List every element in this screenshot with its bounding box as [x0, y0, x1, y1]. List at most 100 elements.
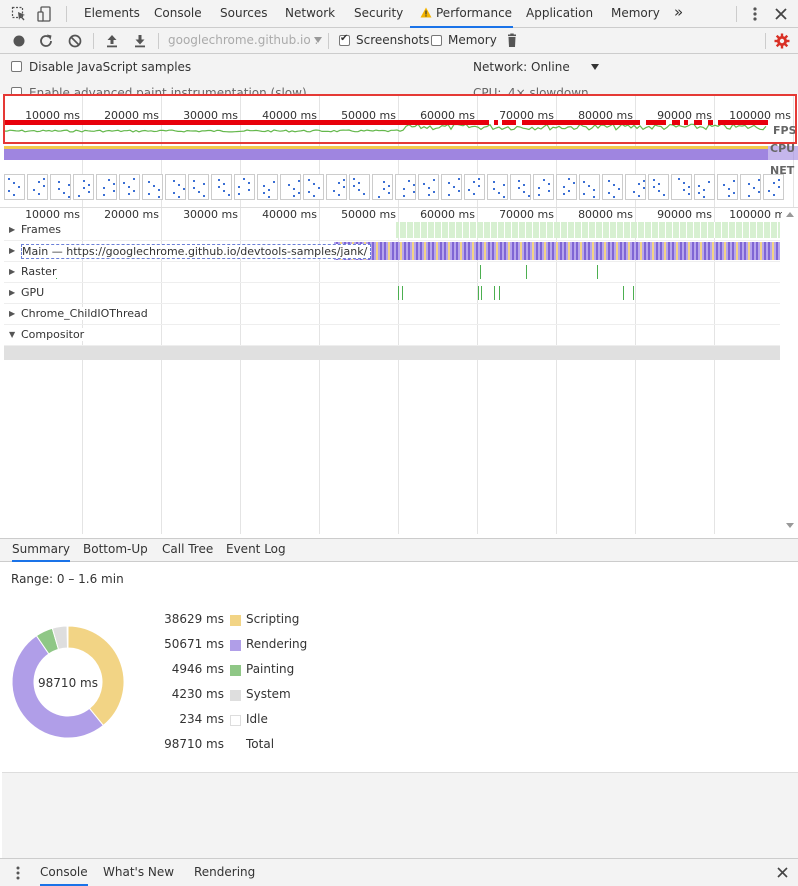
drawer-menu-icon[interactable]	[14, 866, 22, 880]
tab-performance-label: Performance	[436, 6, 513, 20]
expand-triangle-icon[interactable]: ▶	[9, 288, 15, 297]
screenshot-thumbnail	[349, 174, 370, 200]
disable-js-samples-checkbox[interactable]	[11, 61, 22, 72]
close-devtools-icon[interactable]	[773, 6, 789, 22]
dropdown-arrow-icon	[314, 37, 322, 43]
summary-value: 4230 ms	[171, 687, 224, 701]
track-frames[interactable]: ▶ Frames	[4, 220, 780, 241]
load-profile-icon[interactable]	[103, 32, 121, 50]
screenshot-thumbnail	[395, 174, 416, 200]
tab-security[interactable]: Security	[354, 0, 403, 28]
network-dropdown-arrow-icon	[591, 64, 599, 70]
screenshot-thumbnail	[556, 174, 577, 200]
summary-category: Painting	[246, 662, 295, 676]
summary-value: 4946 ms	[171, 662, 224, 676]
screenshot-thumbnail	[510, 174, 531, 200]
cpu-rendering-band	[4, 149, 768, 160]
memory-checkbox[interactable]	[431, 35, 442, 46]
track-label: Chrome_ChildIOThread	[21, 307, 151, 320]
screenshot-thumbnail	[4, 174, 25, 200]
flame-scrollbar[interactable]	[782, 208, 798, 534]
screenshot-thumbnail	[188, 174, 209, 200]
screenshot-thumbnail	[464, 174, 485, 200]
track-label: Compositor	[21, 328, 88, 341]
inspect-element-icon[interactable]	[11, 6, 27, 22]
disable-js-samples-label: Disable JavaScript samples	[29, 60, 192, 74]
tab-bottom-up[interactable]: Bottom-Up	[83, 540, 148, 562]
clear-icon[interactable]	[66, 32, 84, 50]
tab-network[interactable]: Network	[285, 0, 335, 28]
warning-icon	[420, 7, 432, 18]
screenshot-thumbnail	[418, 174, 439, 200]
expand-triangle-icon[interactable]: ▶	[9, 246, 15, 255]
tab-memory[interactable]: Memory	[611, 0, 660, 28]
save-profile-icon[interactable]	[131, 32, 149, 50]
drawer-tab-rendering[interactable]: Rendering	[194, 859, 255, 886]
tab-console[interactable]: Console	[154, 0, 202, 28]
screenshot-thumbnail	[165, 174, 186, 200]
highlight-box	[3, 94, 797, 144]
pie-center-total: 98710 ms	[38, 676, 98, 690]
reload-record-icon[interactable]	[37, 32, 55, 50]
drawer-tab-console[interactable]: Console	[40, 859, 88, 886]
screenshot-thumbnail	[142, 174, 163, 200]
legend-swatch	[230, 615, 241, 626]
tab-call-tree[interactable]: Call Tree	[162, 540, 213, 562]
network-throttle-label: Network:	[473, 60, 528, 74]
track-childio[interactable]: ▶ Chrome_ChildIOThread	[4, 304, 780, 325]
summary-category: Total	[246, 737, 275, 751]
track-compositor[interactable]: ▼ Compositor	[4, 325, 780, 346]
drawer-tab-bar: Console What's New Rendering	[0, 858, 798, 886]
timeline-overview[interactable]: 10000 ms 20000 ms 30000 ms 40000 ms 50000 ms…	[0, 94, 798, 207]
summary-category: Rendering	[246, 637, 308, 651]
legend-swatch	[230, 690, 241, 701]
track-main[interactable]: ▶ Main — https://googlechrome.github.io/…	[4, 241, 780, 262]
screenshot-thumbnail	[234, 174, 255, 200]
tab-elements[interactable]: Elements	[84, 0, 140, 28]
screenshot-thumbnail	[27, 174, 48, 200]
close-drawer-icon[interactable]	[776, 866, 789, 879]
legend-swatch	[230, 715, 241, 726]
screenshot-thumbnail	[211, 174, 232, 200]
screenshot-thumbnail	[648, 174, 669, 200]
scroll-down-icon[interactable]	[786, 523, 794, 528]
expand-triangle-icon[interactable]: ▶	[9, 225, 15, 234]
flame-chart[interactable]: 10000 ms 20000 ms 30000 ms 40000 ms 50000 ms…	[0, 207, 798, 534]
screenshots-checkbox[interactable]	[339, 33, 350, 46]
screenshots-strip	[4, 174, 794, 202]
tab-application[interactable]: Application	[526, 0, 593, 28]
screenshot-thumbnail	[257, 174, 278, 200]
screenshot-thumbnail	[73, 174, 94, 200]
tab-event-log[interactable]: Event Log	[226, 540, 286, 562]
drawer-tab-whats-new[interactable]: What's New	[103, 859, 174, 886]
track-label: Frames	[21, 223, 65, 236]
screenshot-thumbnail	[717, 174, 738, 200]
screenshots-label: Screenshots	[356, 33, 430, 47]
more-tabs-button[interactable]: »	[674, 0, 683, 28]
record-icon[interactable]	[10, 32, 28, 50]
tab-summary[interactable]: Summary	[12, 540, 70, 562]
recording-select[interactable]: googlechrome.github.io ...	[168, 33, 318, 47]
collapse-triangle-icon[interactable]: ▼	[9, 330, 15, 339]
garbage-collect-icon[interactable]	[503, 32, 521, 50]
capture-settings-icon[interactable]	[773, 32, 791, 50]
summary-category: Idle	[246, 712, 268, 726]
network-throttle-select[interactable]: Online	[531, 60, 570, 74]
screenshot-thumbnail	[740, 174, 761, 200]
screenshot-thumbnail	[533, 174, 554, 200]
summary-value: 234 ms	[179, 712, 224, 726]
capture-settings-pane: Disable JavaScript samples Network: Onli…	[0, 54, 798, 100]
screenshot-thumbnail	[303, 174, 324, 200]
track-gpu[interactable]: ▶ GPU	[4, 283, 780, 304]
scroll-up-icon[interactable]	[786, 212, 794, 217]
device-toolbar-icon[interactable]	[37, 6, 53, 22]
summary-category: Scripting	[246, 612, 300, 626]
track-raster[interactable]: ▶ Raster	[4, 262, 780, 283]
tab-performance[interactable]: Performance	[410, 0, 513, 28]
tab-sources[interactable]: Sources	[220, 0, 267, 28]
screenshot-thumbnail	[579, 174, 600, 200]
expand-triangle-icon[interactable]: ▶	[9, 309, 15, 318]
customize-menu-icon[interactable]	[747, 6, 763, 22]
summary-category: System	[246, 687, 291, 701]
expand-triangle-icon[interactable]: ▶	[9, 267, 15, 276]
